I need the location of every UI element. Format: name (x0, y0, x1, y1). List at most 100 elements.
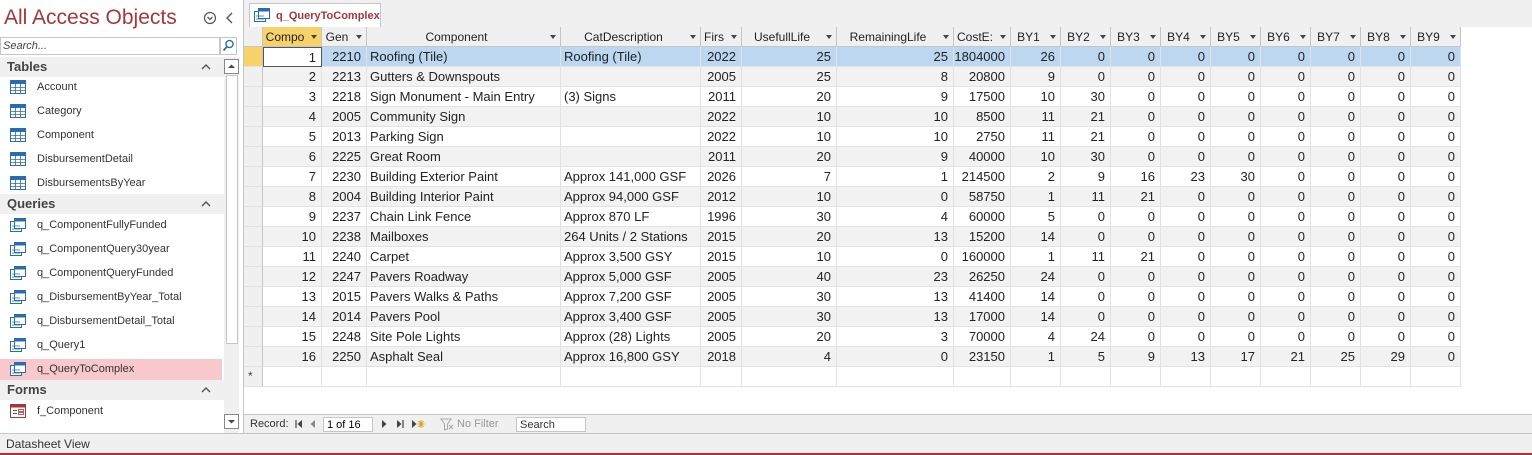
cell-by4[interactable]: 0 (1161, 147, 1211, 167)
cell-by8[interactable]: 0 (1361, 47, 1411, 67)
column-header-by9[interactable]: BY9 (1411, 27, 1461, 47)
cell-by1[interactable]: 1 (1011, 247, 1061, 267)
cell-firs[interactable]: 2026 (701, 167, 742, 187)
cell-by7[interactable]: 25 (1311, 347, 1361, 367)
cell-by2[interactable]: 21 (1061, 107, 1111, 127)
cell-by7[interactable]: 0 (1311, 187, 1361, 207)
chevron-up-icon[interactable] (199, 60, 213, 74)
cell-usefulllife[interactable]: 10 (742, 247, 837, 267)
record-selector[interactable] (244, 247, 263, 267)
cell-by8[interactable]: 29 (1361, 347, 1411, 367)
cell-by4[interactable]: 0 (1161, 107, 1211, 127)
nav-item-query-query1[interactable]: q_Query1 (0, 335, 222, 357)
sort-filter-dropdown-icon[interactable] (731, 35, 737, 39)
cell-by6[interactable]: 0 (1261, 287, 1311, 307)
cell-by4[interactable]: 0 (1161, 267, 1211, 287)
cell-catdescription[interactable]: Approx 870 LF (561, 207, 701, 227)
table-row[interactable]: 16 2250 Asphalt Seal Approx 16,800 GSY 2018 4… (244, 347, 1464, 367)
cell-by2[interactable]: 24 (1061, 327, 1111, 347)
cell-by4[interactable]: 0 (1161, 307, 1211, 327)
cell-remaininglife[interactable]: 0 (837, 187, 954, 207)
cell-by7[interactable]: 0 (1311, 127, 1361, 147)
cell-by5[interactable]: 0 (1211, 107, 1261, 127)
cell-coste[interactable]: 2750 (954, 127, 1011, 147)
cell-by8[interactable]: 0 (1361, 167, 1411, 187)
cell-coste[interactable]: 17000 (954, 307, 1011, 327)
chevron-up-icon[interactable] (199, 197, 213, 211)
cell-by3[interactable]: 0 (1111, 107, 1161, 127)
sort-filter-dropdown-icon[interactable] (1350, 35, 1356, 39)
cell-by6[interactable]: 0 (1261, 167, 1311, 187)
cell-remaininglife[interactable]: 0 (837, 347, 954, 367)
table-row[interactable]: 6 2225 Great Room 2011 20 9 40000 10 30 0 0 0 0 0 0 0 (244, 147, 1464, 167)
cell-component[interactable]: Community Sign (367, 107, 561, 127)
cell-gen[interactable]: 2210 (322, 47, 367, 67)
cell-by1[interactable]: 11 (1011, 127, 1061, 147)
cell-by3[interactable]: 21 (1111, 247, 1161, 267)
cell-by3[interactable]: 0 (1111, 207, 1161, 227)
cell-compo[interactable]: 7 (263, 167, 322, 187)
cell-by3[interactable]: 9 (1111, 347, 1161, 367)
cell-coste[interactable]: 40000 (954, 147, 1011, 167)
scrollbar-thumb[interactable] (226, 75, 238, 344)
cell-remaininglife[interactable]: 1 (837, 167, 954, 187)
cell-usefulllife[interactable]: 25 (742, 67, 837, 87)
table-row[interactable]: 4 2005 Community Sign 2022 10 10 8500 11 21 0 0 0 0 0… (244, 107, 1464, 127)
search-icon[interactable] (220, 37, 237, 55)
datasheet-grid[interactable]: Compo Gen Component CatDescription Firs Usefu… (244, 27, 1532, 409)
cell-gen[interactable]: 2213 (322, 67, 367, 87)
cell-by4[interactable]: 0 (1161, 327, 1211, 347)
cell-by4[interactable]: 0 (1161, 67, 1211, 87)
cell-by6[interactable]: 0 (1261, 67, 1311, 87)
cell-by8[interactable]: 0 (1361, 187, 1411, 207)
cell-by8[interactable]: 0 (1361, 307, 1411, 327)
cell-remaininglife[interactable]: 0 (837, 247, 954, 267)
cell-by5[interactable]: 30 (1211, 167, 1261, 187)
cell-coste[interactable]: 15200 (954, 227, 1011, 247)
cell-component[interactable]: Pavers Pool (367, 307, 561, 327)
cell-by6[interactable]: 0 (1261, 307, 1311, 327)
cell-by7[interactable]: 0 (1311, 147, 1361, 167)
cell-by2[interactable]: 9 (1061, 167, 1111, 187)
cell-remaininglife[interactable]: 4 (837, 207, 954, 227)
cell-usefulllife[interactable]: 20 (742, 327, 837, 347)
cell-by8[interactable]: 0 (1361, 227, 1411, 247)
cell-catdescription[interactable] (561, 67, 701, 87)
cell-firs[interactable]: 2005 (701, 327, 742, 347)
cell-coste[interactable]: 20800 (954, 67, 1011, 87)
cell-by5[interactable]: 0 (1211, 127, 1261, 147)
cell-by9[interactable]: 0 (1411, 147, 1461, 167)
cell-by6[interactable]: 0 (1261, 187, 1311, 207)
cell-usefulllife[interactable]: 40 (742, 267, 837, 287)
cell-by2[interactable]: 0 (1061, 267, 1111, 287)
previous-record-icon[interactable] (307, 417, 319, 431)
new-cell-remaininglife[interactable] (837, 367, 954, 387)
cell-gen[interactable]: 2225 (322, 147, 367, 167)
new-cell-by1[interactable] (1011, 367, 1061, 387)
cell-gen[interactable]: 2248 (322, 327, 367, 347)
column-header-by4[interactable]: BY4 (1161, 27, 1211, 47)
cell-remaininglife[interactable]: 8 (837, 67, 954, 87)
record-selector[interactable] (244, 47, 263, 67)
sort-filter-dropdown-icon[interactable] (1400, 35, 1406, 39)
cell-by3[interactable]: 0 (1111, 87, 1161, 107)
table-row[interactable]: 14 2014 Pavers Pool Approx 3,400 GSF 2005 30 1… (244, 307, 1464, 327)
nav-item-query-disbursementbyyear-total[interactable]: q_DisbursementByYear_Total (0, 287, 222, 309)
cell-usefulllife[interactable]: 10 (742, 107, 837, 127)
nav-vertical-scrollbar[interactable] (224, 57, 239, 433)
cell-by2[interactable]: 0 (1061, 47, 1111, 67)
cell-firs[interactable]: 2005 (701, 287, 742, 307)
cell-by4[interactable]: 0 (1161, 247, 1211, 267)
cell-by9[interactable]: 0 (1411, 67, 1461, 87)
cell-by8[interactable]: 0 (1361, 87, 1411, 107)
cell-coste[interactable]: 26250 (954, 267, 1011, 287)
cell-by7[interactable]: 0 (1311, 87, 1361, 107)
cell-by7[interactable]: 0 (1311, 287, 1361, 307)
cell-by2[interactable]: 30 (1061, 87, 1111, 107)
table-row[interactable]: 8 2004 Building Interior Paint Approx 94,00… (244, 187, 1464, 207)
record-selector[interactable] (244, 87, 263, 107)
cell-by6[interactable]: 0 (1261, 267, 1311, 287)
cell-by4[interactable]: 0 (1161, 207, 1211, 227)
cell-component[interactable]: Chain Link Fence (367, 207, 561, 227)
cell-firs[interactable]: 2005 (701, 267, 742, 287)
